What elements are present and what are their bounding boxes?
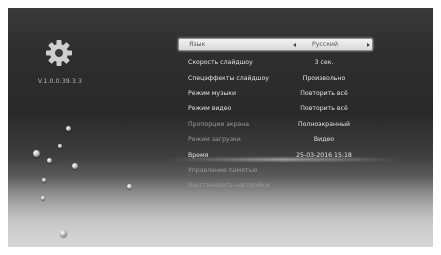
- menu-item-language[interactable]: Язык Русский: [178, 38, 373, 51]
- menu-item-label: Пропорции экрана: [188, 120, 250, 128]
- menu-item-value: 25-03-2016 15:18: [296, 151, 352, 159]
- menu-item-value: Повторить всё: [300, 89, 348, 97]
- menu-item-aspect-ratio[interactable]: Пропорции экрана Полноэкранный: [178, 117, 373, 132]
- settings-menu: Язык Русский Скорость слайдшоу 3 сек. Сп…: [178, 38, 373, 194]
- menu-item-label: Режим музыки: [188, 89, 237, 97]
- water-drop: [42, 178, 46, 182]
- menu-item-music-mode[interactable]: Режим музыки Повторить всё: [178, 86, 373, 101]
- menu-item-label: Язык: [189, 41, 206, 48]
- gear-icon: [44, 38, 74, 68]
- menu-item-value: Видео: [313, 136, 335, 144]
- menu-item-time[interactable]: Время 25-03-2016 15:18: [178, 147, 373, 162]
- menu-item-label: Время: [188, 151, 209, 159]
- water-drop: [41, 196, 45, 200]
- menu-item-label: Скорость слайдшоу: [188, 59, 253, 67]
- menu-item-label: Режим видео: [188, 105, 232, 113]
- menu-item-slideshow-effects[interactable]: Спецэффекты слайдшоу Произвольно: [178, 70, 373, 85]
- menu-item-label: Восстановить настройки: [188, 182, 270, 190]
- menu-item-label: Управление памятью: [188, 166, 258, 174]
- menu-item-value: Полноэкранный: [297, 120, 351, 128]
- water-drop: [47, 158, 52, 163]
- menu-item-restore-settings[interactable]: Восстановить настройки: [178, 178, 373, 193]
- menu-item-value: Повторить всё: [300, 105, 348, 113]
- water-drop: [127, 184, 132, 189]
- screen: V.1.0.0.39.3.3 Язык Русский Скорость сла…: [8, 8, 433, 247]
- firmware-version: V.1.0.0.39.3.3: [37, 78, 83, 85]
- arrow-right-icon[interactable]: [367, 42, 370, 47]
- menu-item-value: Русский: [312, 41, 338, 48]
- water-drop: [58, 144, 62, 148]
- menu-item-label: Спецэффекты слайдшоу: [188, 74, 269, 82]
- menu-item-value: 3 сек.: [314, 59, 334, 67]
- menu-item-slideshow-speed[interactable]: Скорость слайдшоу 3 сек.: [178, 55, 373, 70]
- menu-item-memory-management[interactable]: Управление памятью: [178, 163, 373, 178]
- menu-item-label: Режим загрузки: [188, 136, 241, 144]
- water-drop: [33, 150, 40, 157]
- water-drop: [60, 230, 67, 237]
- menu-item-video-mode[interactable]: Режим видео Повторить всё: [178, 101, 373, 116]
- menu-item-boot-mode[interactable]: Режим загрузки Видео: [178, 132, 373, 147]
- water-drop: [66, 126, 71, 131]
- water-drop: [72, 163, 78, 169]
- menu-item-value: Произвольно: [302, 74, 346, 82]
